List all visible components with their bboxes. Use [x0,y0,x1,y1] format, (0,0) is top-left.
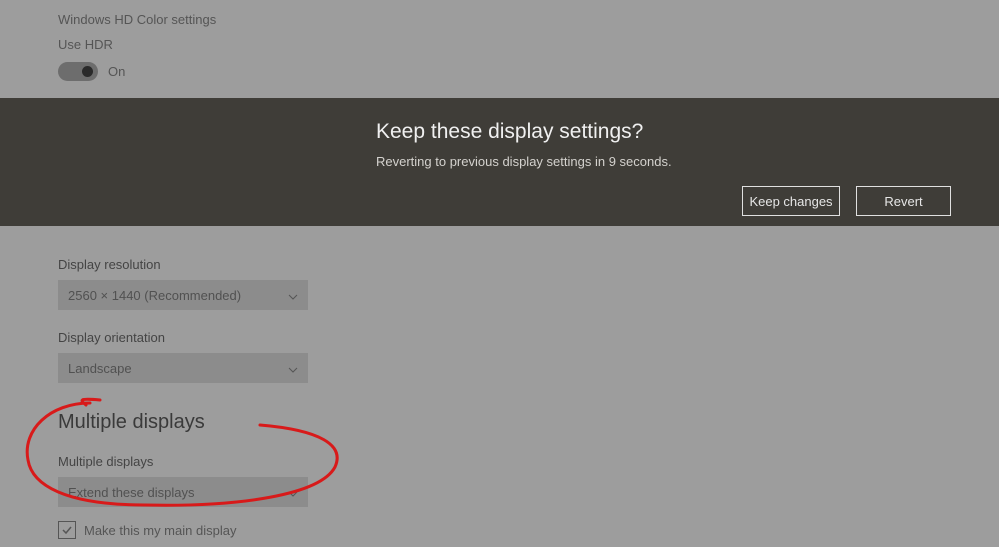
use-hdr-state: On [108,64,125,79]
display-orientation-value: Landscape [68,361,132,376]
revert-button[interactable]: Revert [856,186,951,216]
main-display-checkbox[interactable] [58,521,76,539]
dialog-title: Keep these display settings? [376,120,999,144]
display-settings-page: Windows HD Color settings Use HDR On Dis… [0,0,999,547]
multiple-displays-label: Multiple displays [58,454,941,469]
chevron-down-icon [288,361,298,376]
keep-changes-button[interactable]: Keep changes [742,186,840,216]
use-hdr-toggle[interactable] [58,62,98,81]
hd-color-settings-link[interactable]: Windows HD Color settings [58,12,941,27]
multiple-displays-heading: Multiple displays [58,411,941,434]
chevron-down-icon [288,288,298,303]
main-display-checkbox-label: Make this my main display [84,523,236,538]
display-orientation-label: Display orientation [58,330,941,345]
toggle-knob [82,66,93,77]
dialog-subtitle: Reverting to previous display settings i… [376,154,999,169]
multiple-displays-value: Extend these displays [68,485,194,500]
display-resolution-dropdown[interactable]: 2560 × 1440 (Recommended) [58,280,308,310]
keep-settings-dialog: Keep these display settings? Reverting t… [0,98,999,226]
multiple-displays-dropdown[interactable]: Extend these displays [58,477,308,507]
checkmark-icon [61,524,73,536]
display-resolution-label: Display resolution [58,257,941,272]
use-hdr-toggle-row: On [58,62,941,81]
display-resolution-value: 2560 × 1440 (Recommended) [68,288,241,303]
main-display-checkbox-row: Make this my main display [58,521,941,539]
display-orientation-dropdown[interactable]: Landscape [58,353,308,383]
dialog-button-row: Keep changes Revert [742,186,951,216]
chevron-down-icon [288,485,298,500]
use-hdr-label: Use HDR [58,37,941,52]
